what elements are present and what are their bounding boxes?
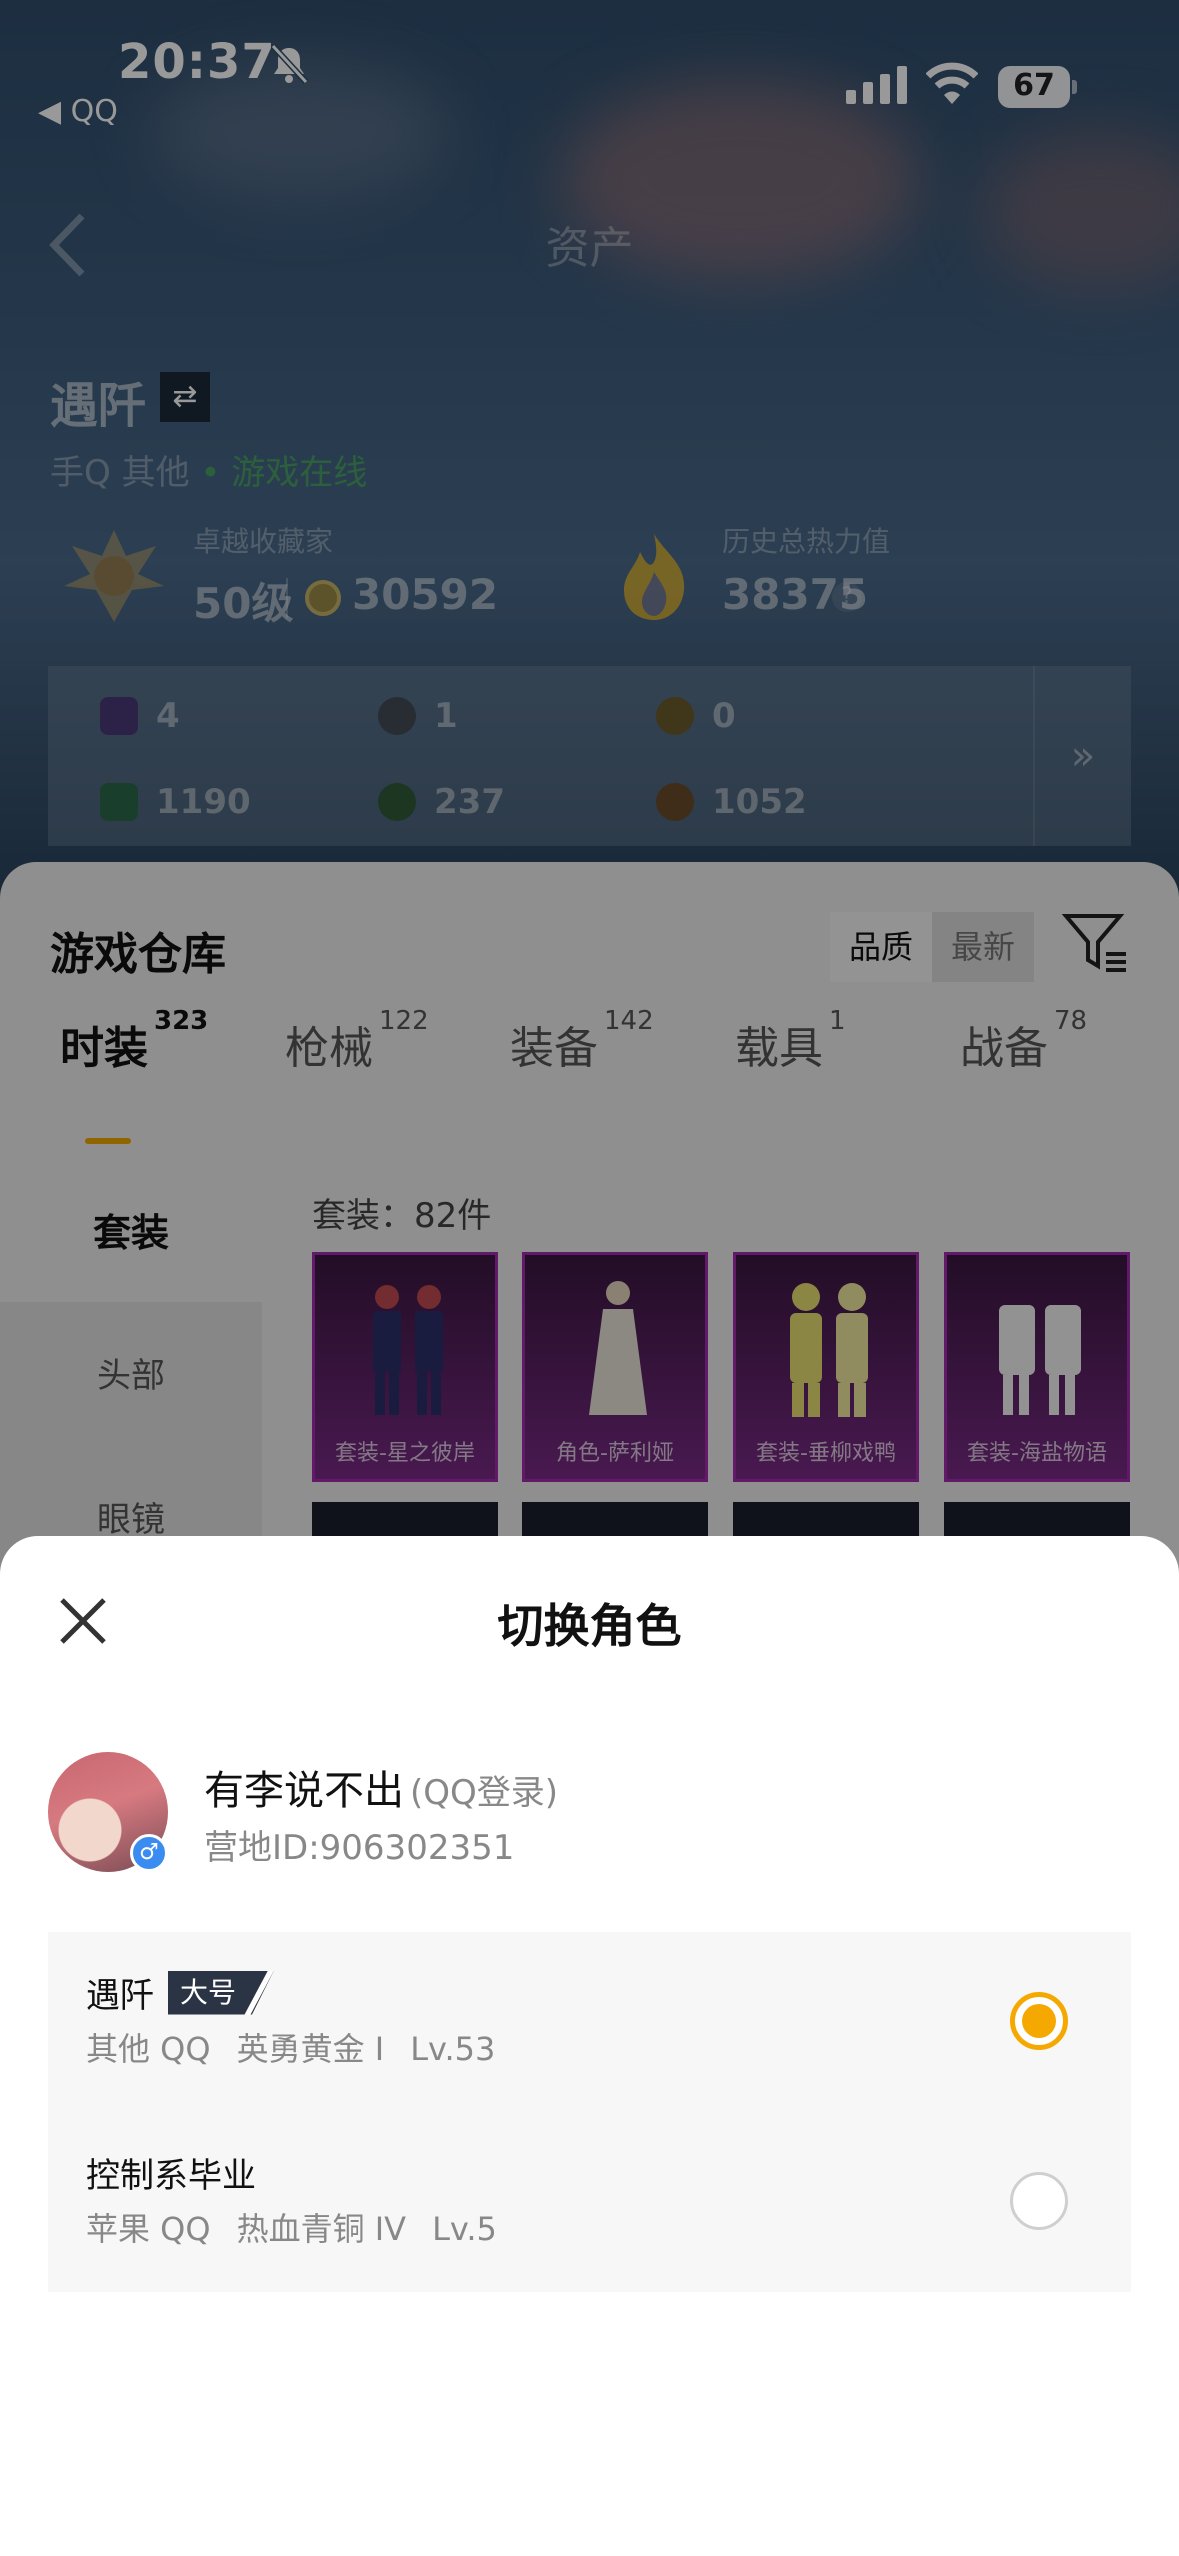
- role-radio[interactable]: [1010, 2172, 1068, 2230]
- role-level: Lv.53: [410, 2030, 496, 2068]
- main-account-badge: 大号: [168, 1971, 274, 2015]
- role-meta: 其他 QQ 英勇黄金 I Lv.53: [86, 2024, 521, 2070]
- sheet-title: 切换角色: [497, 1599, 682, 1653]
- male-gender-icon: ♂: [130, 1834, 168, 1872]
- account-info: ♂ 有李说不出 (QQ登录) 营地ID:906302351: [48, 1752, 1131, 1922]
- role-name: 遇阡: [86, 1976, 154, 2016]
- role-item[interactable]: 遇阡 大号 其他 QQ 英勇黄金 I Lv.53: [48, 1932, 1131, 2112]
- role-rank: 热血青铜 IV: [236, 2210, 407, 2248]
- role-platform: 其他 QQ: [86, 2030, 211, 2068]
- role-item[interactable]: 控制系毕业 苹果 QQ 热血青铜 IV Lv.5: [48, 2112, 1131, 2292]
- role-radio-selected[interactable]: [1010, 1992, 1068, 2050]
- account-nickname: 有李说不出: [204, 1768, 404, 1814]
- role-platform: 苹果 QQ: [86, 2210, 211, 2248]
- account-name: 有李说不出 (QQ登录): [204, 1758, 558, 1816]
- camp-id: 营地ID:906302351: [204, 1828, 515, 1868]
- login-type: (QQ登录): [410, 1773, 559, 1813]
- role-meta: 苹果 QQ 热血青铜 IV Lv.5: [86, 2204, 523, 2250]
- role-name: 控制系毕业: [86, 2156, 256, 2196]
- switch-role-sheet: 切换角色 ♂ 有李说不出 (QQ登录) 营地ID:906302351 遇阡 大号 …: [0, 1536, 1179, 2556]
- role-list: 遇阡 大号 其他 QQ 英勇黄金 I Lv.53 控制系毕业 苹果 QQ 热血青铜 I…: [48, 1932, 1131, 2292]
- role-rank: 英勇黄金 I: [236, 2030, 385, 2068]
- role-name-row: 遇阡 大号: [86, 1968, 274, 2017]
- role-name-row: 控制系毕业: [86, 2148, 256, 2197]
- role-level: Lv.5: [432, 2210, 497, 2248]
